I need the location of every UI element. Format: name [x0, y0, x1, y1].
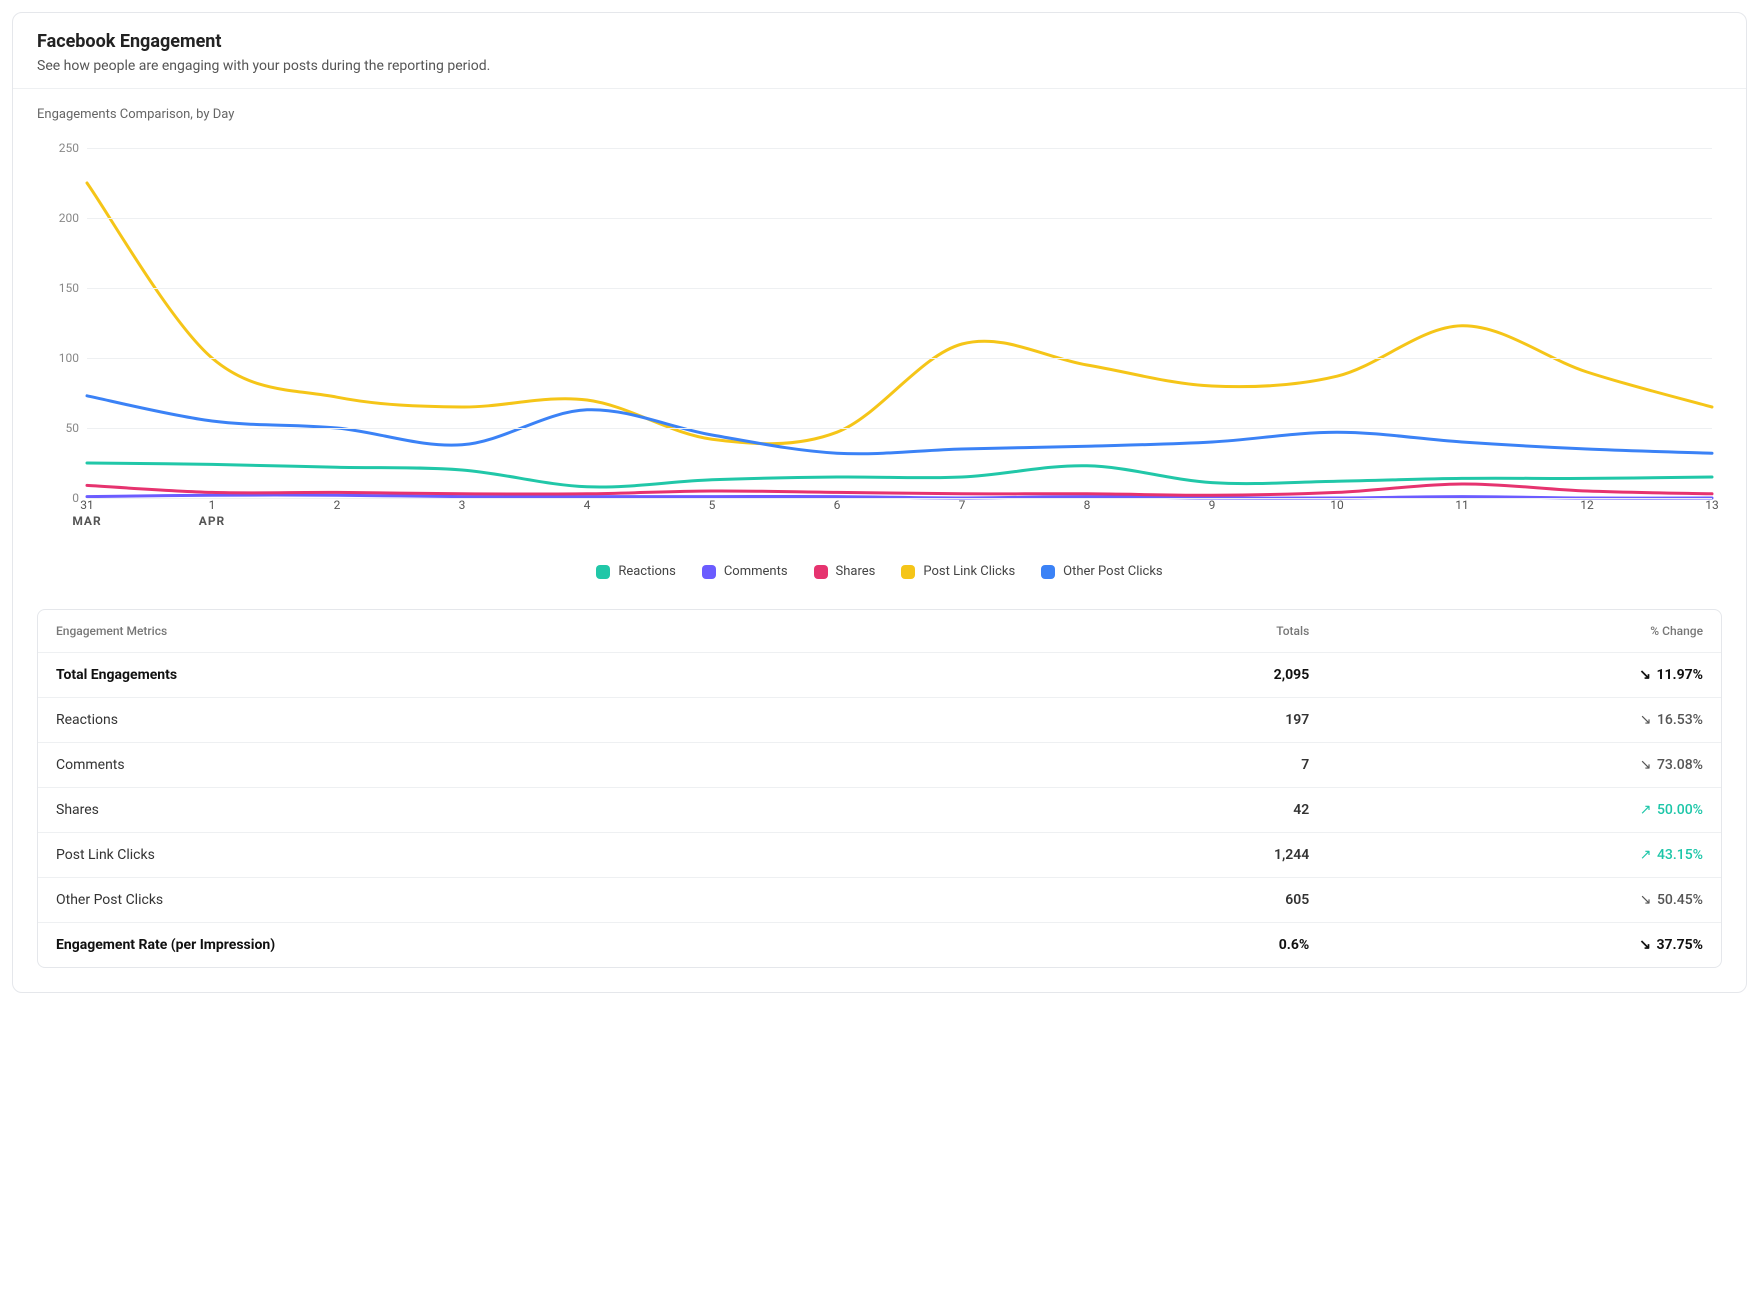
legend-label: Post Link Clicks	[923, 564, 1015, 579]
legend-label: Other Post Clicks	[1063, 564, 1163, 579]
arrow-down-icon: ↘	[1640, 892, 1652, 908]
card-header: Facebook Engagement See how people are e…	[13, 13, 1746, 89]
legend-label: Shares	[836, 564, 876, 579]
legend-label: Reactions	[618, 564, 676, 579]
arrow-down-icon: ↘	[1639, 937, 1651, 953]
metric-label: Comments	[38, 743, 1045, 788]
table-row: Other Post Clicks605↘ 50.45%	[38, 878, 1721, 923]
metrics-tbody: Total Engagements2,095↘ 11.97%Reactions1…	[38, 653, 1721, 968]
arrow-down-icon: ↘	[1640, 757, 1652, 773]
series-line	[87, 484, 1712, 495]
metric-change: ↘ 73.08%	[1327, 743, 1721, 788]
x-tick: 11	[1455, 498, 1469, 512]
table-row: Comments7↘ 73.08%	[38, 743, 1721, 788]
table-row: Shares42↗ 50.00%	[38, 788, 1721, 833]
chart-legend: Reactions Comments Shares Post Link Clicks O…	[37, 558, 1722, 599]
arrow-down-icon: ↘	[1639, 667, 1651, 683]
legend-swatch	[814, 565, 828, 579]
y-tick: 250	[59, 141, 87, 155]
metric-change: ↘ 50.45%	[1327, 878, 1721, 923]
legend-item[interactable]: Post Link Clicks	[901, 564, 1015, 579]
x-tick: 31MAR	[72, 498, 101, 528]
legend-item[interactable]: Comments	[702, 564, 788, 579]
series-line	[87, 396, 1712, 454]
arrow-up-icon: ↗	[1640, 847, 1652, 863]
x-tick: 8	[1084, 498, 1091, 512]
metric-change: ↗ 43.15%	[1327, 833, 1721, 878]
x-tick: 6	[834, 498, 841, 512]
col-totals: Totals	[1045, 610, 1327, 653]
x-tick: 10	[1330, 498, 1344, 512]
metric-change: ↘ 11.97%	[1327, 653, 1721, 698]
x-tick: 5	[709, 498, 716, 512]
chart-title: Engagements Comparison, by Day	[37, 107, 1722, 122]
chart-frame: 050100150200250 31MAR 1APR 2 3 4 5 6 7 8 9 10 11 12 1…	[37, 128, 1722, 558]
arrow-down-icon: ↘	[1640, 712, 1652, 728]
col-metric: Engagement Metrics	[38, 610, 1045, 653]
legend-swatch	[1041, 565, 1055, 579]
metric-total: 1,244	[1045, 833, 1327, 878]
metric-change: ↘ 16.53%	[1327, 698, 1721, 743]
metric-label: Total Engagements	[38, 653, 1045, 698]
legend-swatch	[702, 565, 716, 579]
legend-swatch	[901, 565, 915, 579]
metric-total: 0.6%	[1045, 923, 1327, 968]
table-row: Engagement Rate (per Impression)0.6%↘ 37…	[38, 923, 1721, 968]
gridline	[87, 148, 1712, 149]
metrics-table: Engagement Metrics Totals % Change Total…	[38, 610, 1721, 967]
table-row: Total Engagements2,095↘ 11.97%	[38, 653, 1721, 698]
card-subtitle: See how people are engaging with your po…	[37, 58, 1722, 74]
metric-label: Engagement Rate (per Impression)	[38, 923, 1045, 968]
metric-change: ↘ 37.75%	[1327, 923, 1721, 968]
legend-item[interactable]: Reactions	[596, 564, 676, 579]
metric-label: Reactions	[38, 698, 1045, 743]
legend-swatch	[596, 565, 610, 579]
table-row: Reactions197↘ 16.53%	[38, 698, 1721, 743]
metric-total: 605	[1045, 878, 1327, 923]
x-tick: 3	[459, 498, 466, 512]
gridline	[87, 428, 1712, 429]
series-line	[87, 183, 1712, 444]
y-tick: 150	[59, 281, 87, 295]
x-tick: 1APR	[199, 498, 225, 528]
chart-svg	[87, 148, 1712, 498]
plot-area: 050100150200250	[87, 148, 1712, 498]
x-tick: 2	[334, 498, 341, 512]
gridline	[87, 288, 1712, 289]
x-tick: 13	[1705, 498, 1719, 512]
metric-total: 7	[1045, 743, 1327, 788]
y-tick: 200	[59, 211, 87, 225]
y-tick: 100	[59, 351, 87, 365]
metric-total: 2,095	[1045, 653, 1327, 698]
y-tick: 50	[66, 421, 88, 435]
gridline	[87, 358, 1712, 359]
engagement-card: Facebook Engagement See how people are e…	[12, 12, 1747, 993]
card-title: Facebook Engagement	[37, 31, 1722, 52]
arrow-up-icon: ↗	[1640, 802, 1652, 818]
metric-label: Shares	[38, 788, 1045, 833]
metrics-table-wrap: Engagement Metrics Totals % Change Total…	[37, 609, 1722, 968]
gridline	[87, 218, 1712, 219]
metric-total: 42	[1045, 788, 1327, 833]
legend-label: Comments	[724, 564, 788, 579]
metric-total: 197	[1045, 698, 1327, 743]
x-axis: 31MAR1APR2345678910111213	[87, 498, 1712, 548]
x-tick: 4	[584, 498, 591, 512]
chart-section: Engagements Comparison, by Day 050100150…	[13, 89, 1746, 609]
x-tick: 12	[1580, 498, 1594, 512]
x-tick: 7	[959, 498, 966, 512]
metric-label: Post Link Clicks	[38, 833, 1045, 878]
legend-item[interactable]: Other Post Clicks	[1041, 564, 1163, 579]
metric-change: ↗ 50.00%	[1327, 788, 1721, 833]
metric-label: Other Post Clicks	[38, 878, 1045, 923]
legend-item[interactable]: Shares	[814, 564, 876, 579]
table-row: Post Link Clicks1,244↗ 43.15%	[38, 833, 1721, 878]
x-tick: 9	[1209, 498, 1216, 512]
col-change: % Change	[1327, 610, 1721, 653]
